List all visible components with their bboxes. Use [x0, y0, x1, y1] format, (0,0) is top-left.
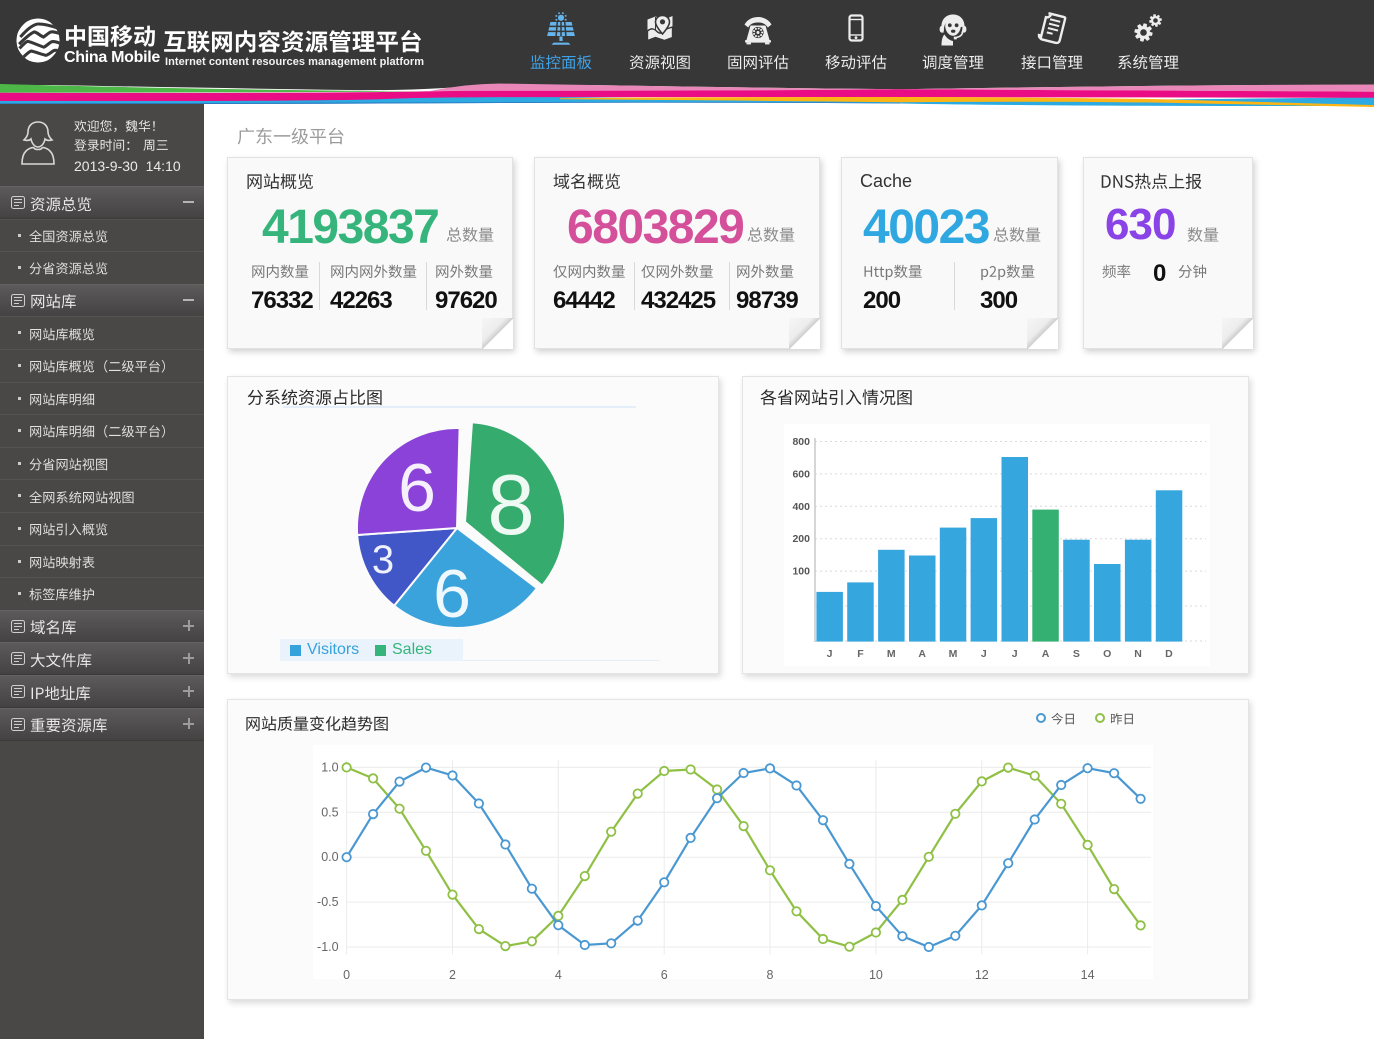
svg-text:4: 4	[555, 968, 562, 979]
svg-text:3: 3	[372, 538, 394, 582]
svg-text:1.0: 1.0	[321, 760, 338, 774]
svg-text:600: 600	[792, 468, 810, 480]
svg-text:J: J	[1012, 648, 1018, 660]
svg-text:-0.5: -0.5	[317, 895, 339, 909]
svg-text:0: 0	[343, 968, 350, 979]
svg-text:400: 400	[792, 501, 810, 513]
svg-text:6: 6	[433, 556, 471, 632]
svg-text:A: A	[918, 648, 926, 660]
svg-text:10: 10	[869, 968, 883, 979]
svg-text:S: S	[1073, 648, 1080, 660]
svg-text:100: 100	[792, 566, 810, 578]
svg-text:200: 200	[792, 533, 810, 545]
svg-text:6: 6	[398, 450, 436, 526]
svg-text:14: 14	[1081, 968, 1095, 979]
svg-text:800: 800	[792, 436, 810, 448]
svg-text:8: 8	[767, 968, 774, 979]
svg-text:6: 6	[661, 968, 668, 979]
svg-text:A: A	[1042, 648, 1050, 660]
svg-text:N: N	[1134, 648, 1142, 660]
svg-text:D: D	[1165, 648, 1173, 660]
svg-text:J: J	[981, 648, 987, 660]
svg-text:F: F	[857, 648, 864, 660]
svg-text:M: M	[949, 648, 958, 660]
svg-text:M: M	[887, 648, 896, 660]
svg-text:0.5: 0.5	[321, 805, 338, 819]
svg-text:2: 2	[449, 968, 456, 979]
svg-text:0.0: 0.0	[321, 850, 338, 864]
svg-text:J: J	[827, 648, 833, 660]
svg-text:8: 8	[487, 458, 534, 553]
svg-text:O: O	[1103, 648, 1111, 660]
svg-text:-1.0: -1.0	[317, 940, 339, 954]
svg-text:12: 12	[975, 968, 989, 979]
